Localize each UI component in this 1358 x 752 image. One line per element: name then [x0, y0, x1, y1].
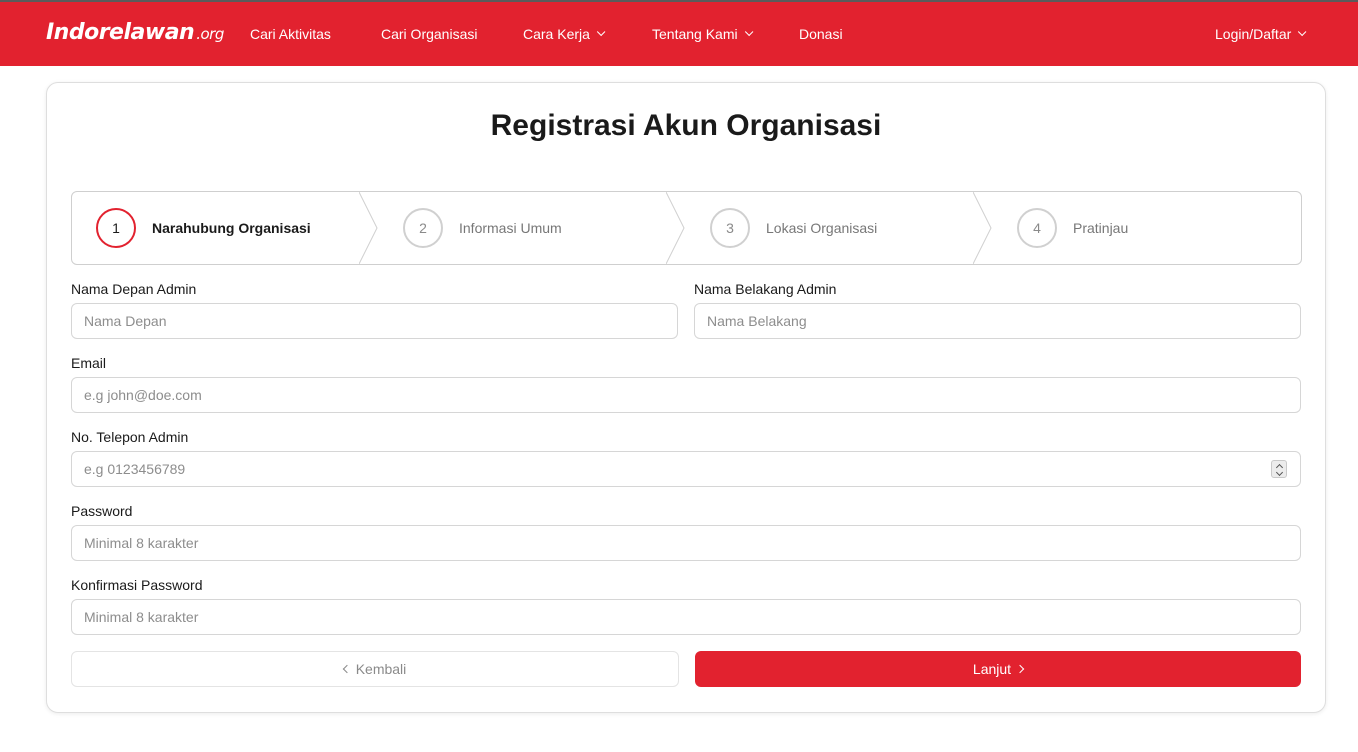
page-title: Registrasi Akun Organisasi [490, 109, 882, 142]
back-button[interactable]: Kembali [71, 651, 679, 687]
login-register-label: Login/Daftar [1215, 26, 1292, 42]
chevron-left-icon [342, 664, 351, 674]
nav-item-label: Cari Aktivitas [250, 26, 331, 42]
password-label: Password [71, 503, 133, 519]
step-label: Narahubung Organisasi [152, 220, 311, 236]
step-label: Informasi Umum [459, 220, 562, 236]
step-narahubung-organisasi: 1 Narahubung Organisasi [96, 192, 311, 264]
step-separator [973, 192, 992, 264]
registration-card: Registrasi Akun Organisasi 1 Narahubung … [46, 82, 1326, 713]
step-number: 4 [1017, 208, 1057, 248]
back-button-label: Kembali [355, 661, 407, 677]
confirm-password-input[interactable] [71, 599, 1301, 635]
nav-item-cari-organisasi[interactable]: Cari Organisasi [381, 26, 477, 42]
chevron-down-icon [1298, 27, 1307, 37]
next-button-label: Lanjut [972, 661, 1012, 677]
logo-suffix-text: .org [196, 25, 224, 43]
nav-item-label: Cara Kerja [523, 26, 590, 42]
step-number: 3 [710, 208, 750, 248]
nav-item-tentang-kami[interactable]: Tentang Kami [652, 26, 753, 42]
chevron-down-icon [744, 27, 753, 37]
confirm-password-label: Konfirmasi Password [71, 577, 203, 593]
first-name-input[interactable] [71, 303, 678, 339]
email-input[interactable] [71, 377, 1301, 413]
site-logo[interactable]: Indorelawan .org [46, 20, 224, 45]
chevron-down-icon [596, 27, 606, 37]
top-navbar: Indorelawan .org Cari Aktivitas Cari Orga… [0, 0, 1358, 66]
step-separator [666, 192, 685, 264]
nav-item-label: Tentang Kami [652, 26, 738, 42]
nav-item-donasi[interactable]: Donasi [799, 26, 843, 42]
logo-main-text: Indorelawan [46, 20, 195, 45]
email-label: Email [71, 355, 107, 371]
last-name-input[interactable] [694, 303, 1301, 339]
step-separator [359, 192, 378, 264]
step-label: Pratinjau [1073, 220, 1129, 236]
phone-number-stepper[interactable] [1271, 460, 1287, 478]
login-register-menu[interactable]: Login/Daftar [1215, 26, 1307, 42]
registration-stepper: 1 Narahubung Organisasi 2 Informasi Umum… [71, 191, 1302, 265]
step-label: Lokasi Organisasi [766, 220, 878, 236]
chevron-right-icon [1015, 664, 1025, 674]
nav-item-label: Cari Organisasi [381, 26, 478, 42]
first-name-label: Nama Depan Admin [71, 281, 197, 297]
nav-item-label: Donasi [799, 26, 843, 42]
phone-label: No. Telepon Admin [71, 429, 189, 445]
nav-item-cara-kerja[interactable]: Cara Kerja [523, 26, 606, 42]
next-button[interactable]: Lanjut [695, 651, 1301, 687]
nav-item-cari-aktivitas[interactable]: Cari Aktivitas [250, 26, 331, 42]
step-pratinjau: 4 Pratinjau [1017, 192, 1128, 264]
password-input[interactable] [71, 525, 1301, 561]
last-name-label: Nama Belakang Admin [694, 281, 837, 297]
step-number: 2 [403, 208, 443, 248]
step-lokasi-organisasi: 3 Lokasi Organisasi [710, 192, 877, 264]
step-number: 1 [96, 208, 136, 248]
phone-input[interactable] [71, 451, 1301, 487]
step-informasi-umum: 2 Informasi Umum [403, 192, 562, 264]
